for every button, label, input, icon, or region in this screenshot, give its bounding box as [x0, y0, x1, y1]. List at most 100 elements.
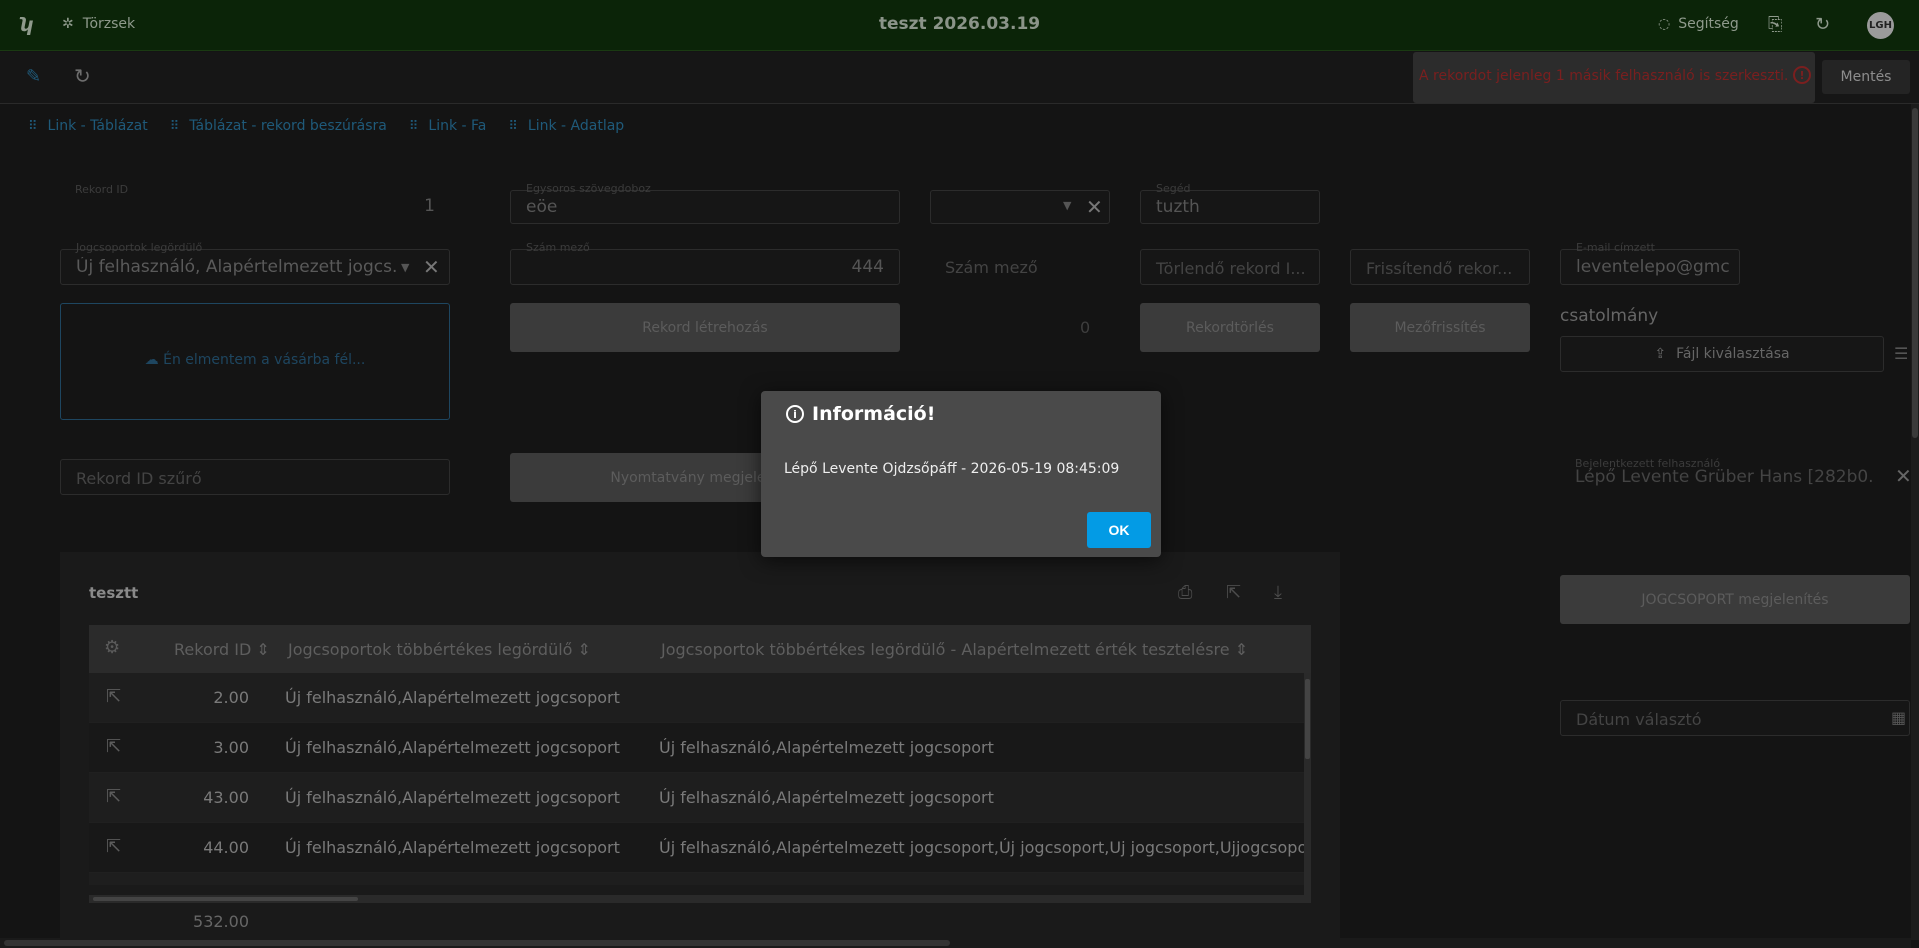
column-header-roles-default[interactable]: Jogcsoportok többértékes legördülő - Ala… — [661, 640, 1248, 659]
open-external-icon[interactable]: ⇱ — [1226, 582, 1241, 603]
scrollbar-thumb[interactable] — [4, 940, 950, 946]
field-label: Jogcsoportok legördülő — [76, 241, 203, 254]
ok-button[interactable]: OK — [1087, 512, 1151, 548]
chevron-down-icon: ▼ — [401, 261, 410, 274]
open-row-icon[interactable]: ⇱ — [106, 736, 121, 757]
record-id-filter[interactable]: Rekord ID szűrő — [60, 459, 450, 495]
cell-record-id: 43.00 — [203, 788, 249, 807]
delete-record-id-field[interactable]: Törlendő rekord I... — [1140, 249, 1320, 285]
column-header-roles[interactable]: Jogcsoportok többértékes legördülő ⇕ — [288, 640, 591, 659]
seged-field[interactable]: Segéd tuzth — [1140, 182, 1320, 224]
save-button[interactable]: Mentés — [1822, 60, 1910, 94]
header-label: Jogcsoportok többértékes legördülő — [288, 640, 573, 659]
avatar[interactable]: LGH — [1867, 12, 1894, 39]
dialog-title-text: Információ! — [812, 403, 936, 425]
field-value: leventelepo@gmc — [1576, 257, 1730, 277]
field-placeholder: Frissítendő rekor... — [1366, 259, 1513, 278]
number-field-2-value: 0 — [1080, 318, 1091, 337]
file-button-label: Fájl kiválasztása — [1676, 346, 1790, 362]
upload-area-label: Én elmentem a vásárba fél... — [163, 352, 366, 368]
role-dropdown[interactable]: Jogcsoportok legördülő Új felhasználó, A… — [60, 241, 450, 285]
table-row[interactable]: ⇱ 43.00 Új felhasználó,Alapértelmezett j… — [89, 773, 1311, 823]
table-title: tesztt — [89, 584, 139, 602]
empty-dropdown[interactable]: ▼ ✕ — [930, 190, 1110, 224]
open-row-icon[interactable]: ⇱ — [106, 686, 121, 707]
close-icon[interactable]: ✕ — [1086, 195, 1103, 219]
cell-record-id: 3.00 — [213, 738, 249, 757]
cell-roles-default: Új felhasználó,Alapértelmezett jogcsopor… — [659, 738, 994, 757]
link-bar: ⠿ Link - Táblázat ⠿ Táblázat - rekord besz… — [28, 118, 624, 134]
chat-help-icon: ◌ — [1658, 16, 1671, 32]
dialog-message: Lépő Levente Ojdzsőpáff - 2026-05-19 08:… — [784, 461, 1120, 477]
link-datasheet[interactable]: ⠿ Link - Adatlap — [508, 118, 624, 134]
cell-record-id: 2.00 — [213, 688, 249, 707]
gear-icon[interactable]: ⚙ — [104, 637, 120, 658]
number-field[interactable]: Szám mező 444 — [510, 241, 900, 285]
refresh-icon[interactable]: ↻ — [1815, 14, 1830, 35]
wrench-icon[interactable]: ✎ — [26, 66, 41, 87]
number-field-2[interactable]: Szám mező — [930, 249, 1110, 285]
link-label: Link - Adatlap — [527, 118, 625, 134]
scrollbar-thumb[interactable] — [1912, 108, 1918, 438]
print-icon[interactable]: ⎙ — [1178, 582, 1192, 603]
cell-roles: Új felhasználó,Alapértelmezett jogcsopor… — [285, 788, 620, 807]
cell-roles: Új felhasználó,Alapértelmezett jogcsopor… — [285, 738, 620, 757]
table-horizontal-scrollbar[interactable] — [89, 895, 1311, 903]
field-label: Egysoros szövegdoboz — [526, 182, 651, 195]
header-label: Jogcsoportok többértékes legördülő - Ala… — [661, 640, 1230, 659]
close-icon[interactable]: ✕ — [1895, 464, 1912, 488]
field-placeholder: Törlendő rekord I... — [1156, 259, 1306, 278]
info-dialog: i Információ! Lépő Levente Ojdzsőpáff - … — [761, 391, 1161, 557]
toolbar: ✎ ↻ A rekordot jelenleg 1 másik felhaszn… — [0, 52, 1919, 104]
create-record-button[interactable]: Rekord létrehozás — [510, 303, 900, 352]
table-card: tesztt ⎙ ⇱ ⤓ ⚙ Rekord ID ⇕ Jogcsoportok … — [60, 552, 1340, 948]
calendar-icon[interactable]: ▦ — [1891, 708, 1906, 727]
header-label: Rekord ID — [174, 640, 252, 659]
table-vertical-scrollbar[interactable] — [1304, 673, 1311, 895]
link-tree[interactable]: ⠿ Link - Fa — [409, 118, 487, 134]
table-row[interactable]: ⇱ 2.00 Új felhasználó,Alapértelmezett jo… — [89, 673, 1311, 723]
link-label: Link - Fa — [428, 118, 487, 134]
link-label: Táblázat - rekord beszúrásra — [189, 118, 387, 134]
attachment-label: csatolmány — [1560, 306, 1659, 326]
logged-user-dropdown[interactable]: Bejelentkezett felhasználó Lépő Levente … — [1560, 457, 1890, 493]
field-placeholder: Dátum választó — [1576, 710, 1702, 729]
table-row[interactable]: ⇱ 3.00 Új felhasználó,Alapértelmezett jo… — [89, 723, 1311, 773]
field-value: eöe — [526, 197, 558, 217]
cell-roles: Új felhasználó,Alapértelmezett jogcsopor… — [285, 838, 620, 857]
top-bar: ʮ ✲ Törzsek teszt 2026.03.19 ◌ Segítség … — [0, 0, 1919, 51]
column-header-record-id[interactable]: Rekord ID ⇕ — [174, 640, 270, 659]
page-title: teszt 2026.03.19 — [878, 14, 1041, 34]
field-value: 1 — [424, 196, 435, 216]
link-table-insert[interactable]: ⠿ Táblázat - rekord beszúrásra — [170, 118, 387, 134]
delete-record-button[interactable]: Rekordtörlés — [1140, 303, 1320, 352]
field-label: Szám mező — [526, 241, 590, 254]
refresh-record-field[interactable]: Frissítendő rekor... — [1350, 249, 1530, 285]
scrollbar-thumb[interactable] — [93, 897, 358, 901]
record-id-field[interactable]: Rekord ID 1 — [60, 180, 450, 224]
jogcsoport-button[interactable]: JOGCSOPORT megjelenítés — [1560, 575, 1910, 624]
help-button[interactable]: ◌ Segítség — [1658, 16, 1739, 32]
list-icon[interactable]: ☰ — [1894, 344, 1908, 363]
help-label: Segítség — [1678, 16, 1739, 32]
scrollbar-thumb[interactable] — [1305, 679, 1310, 759]
cell-roles: Új felhasználó,Alapértelmezett jogcsopor… — [285, 688, 620, 707]
date-picker[interactable]: Dátum választó ▦ — [1560, 700, 1910, 736]
download-icon[interactable]: ⤓ — [1274, 582, 1282, 603]
open-row-icon[interactable]: ⇱ — [106, 786, 121, 807]
field-label: Rekord ID — [75, 183, 129, 196]
email-recipient-field[interactable]: E-mail címzett leventelepo@gmc — [1560, 241, 1740, 285]
file-select-button[interactable]: ⇪ Fájl kiválasztása — [1560, 336, 1884, 372]
close-icon[interactable]: ✕ — [423, 255, 440, 279]
field-refresh-button[interactable]: Mezőfrissítés — [1350, 303, 1530, 352]
clipboard-search-icon[interactable]: ⎘ — [1768, 14, 1782, 35]
upload-icon: ⇪ — [1654, 346, 1667, 362]
single-line-text-field[interactable]: Egysoros szövegdoboz eöe — [510, 182, 900, 224]
table-row[interactable]: ⇱ 44.00 Új felhasználó,Alapértelmezett j… — [89, 823, 1311, 873]
info-icon: i — [786, 405, 804, 423]
file-upload-area[interactable]: ☁ Én elmentem a vásárba fél... — [60, 303, 450, 420]
link-table[interactable]: ⠿ Link - Táblázat — [28, 118, 148, 134]
reload-icon[interactable]: ↻ — [74, 64, 91, 88]
dialog-title: i Információ! — [786, 403, 935, 425]
open-row-icon[interactable]: ⇱ — [106, 836, 121, 857]
